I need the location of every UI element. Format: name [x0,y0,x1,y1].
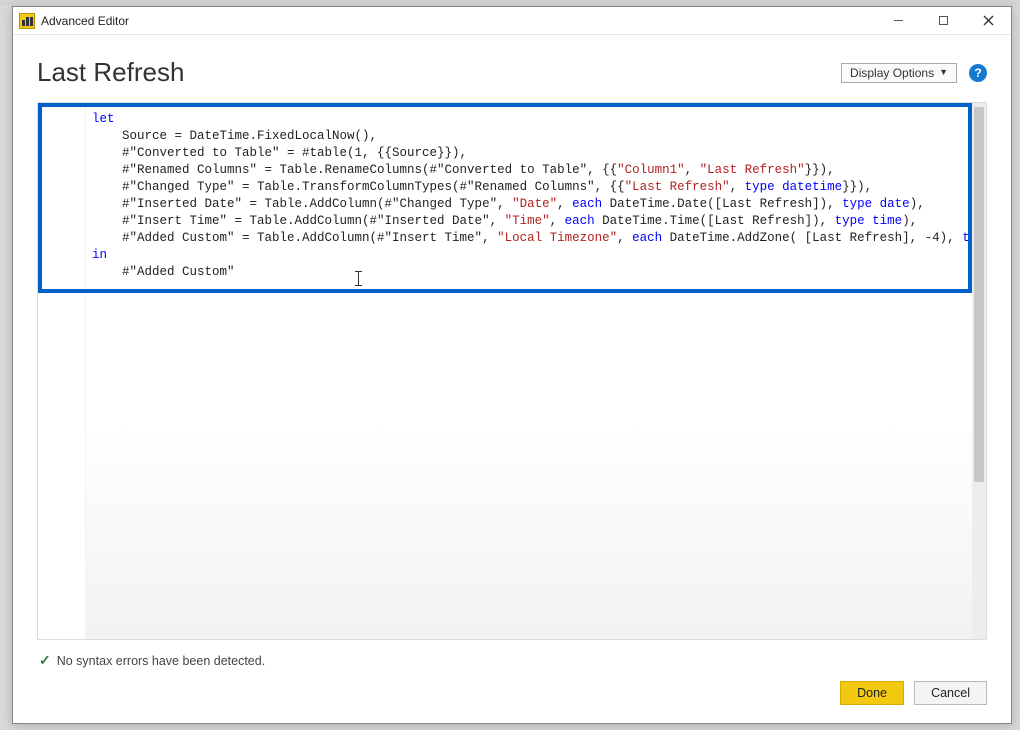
header: Last Refresh Display Options ▼ ? [13,35,1011,102]
close-icon [983,15,994,26]
minimize-button[interactable] [876,7,921,34]
text-cursor-icon [358,271,359,286]
checkmark-icon: ✓ [39,652,51,669]
done-button[interactable]: Done [840,681,904,705]
display-options-dropdown[interactable]: Display Options ▼ [841,63,957,83]
help-button[interactable]: ? [969,64,987,82]
window-controls [876,7,1011,34]
minimize-icon [893,15,904,26]
maximize-button[interactable] [921,7,966,34]
chevron-down-icon: ▼ [939,68,948,77]
close-button[interactable] [966,7,1011,34]
footer: Done Cancel [13,675,1011,723]
window-title: Advanced Editor [41,14,876,28]
display-options-label: Display Options [850,66,934,80]
code-body[interactable]: let Source = DateTime.FixedLocalNow(), #… [86,103,972,639]
app-icon [19,13,35,29]
cancel-button[interactable]: Cancel [914,681,987,705]
editor-gutter [38,103,86,639]
titlebar: Advanced Editor [13,7,1011,35]
editor-scrollbar[interactable] [972,103,986,639]
help-icon: ? [974,66,981,80]
scrollbar-thumb[interactable] [974,107,984,482]
page-title: Last Refresh [37,57,841,88]
maximize-icon [938,15,949,26]
syntax-status: ✓ No syntax errors have been detected. [37,650,987,675]
advanced-editor-window: Advanced Editor Last Refresh Display Opt… [12,6,1012,724]
code-editor[interactable]: let Source = DateTime.FixedLocalNow(), #… [37,102,987,640]
status-message: No syntax errors have been detected. [57,654,265,668]
content-area: let Source = DateTime.FixedLocalNow(), #… [13,102,1011,675]
